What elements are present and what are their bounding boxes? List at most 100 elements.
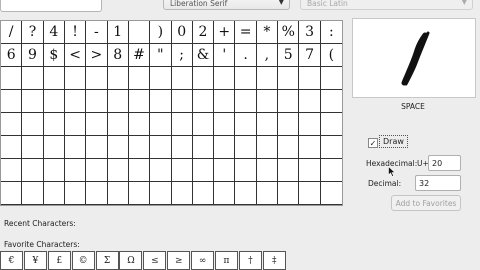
char-cell[interactable] [192,113,215,136]
char-cell[interactable] [299,90,321,113]
char-cell[interactable] [43,136,65,159]
char-cell[interactable] [320,113,342,136]
char-cell[interactable] [320,136,342,159]
char-cell[interactable] [1,182,23,205]
char-cell[interactable] [86,67,108,90]
favorite-char-button[interactable]: π [215,251,239,270]
char-cell[interactable] [299,113,321,136]
char-cell[interactable] [128,113,151,136]
char-cell[interactable] [64,182,87,205]
unicode-block-select[interactable]: Basic Latin ▼ [300,0,473,10]
char-cell[interactable] [235,159,257,182]
char-cell[interactable] [278,113,300,136]
char-cell[interactable]: < [64,44,87,67]
char-cell[interactable] [86,90,108,113]
char-cell[interactable] [299,67,321,90]
char-cell[interactable]: = [235,21,257,44]
char-cell[interactable]: 9 [22,44,44,67]
char-cell[interactable] [299,159,321,182]
char-cell[interactable] [256,113,279,136]
char-cell[interactable] [1,113,23,136]
char-cell[interactable] [86,159,108,182]
favorite-char-button[interactable]: ∞ [191,251,215,270]
char-cell[interactable]: + [214,21,236,44]
char-cell[interactable] [256,136,279,159]
char-cell[interactable]: " [150,44,172,67]
char-cell[interactable]: 8 [107,44,129,67]
char-cell[interactable]: . [235,44,257,67]
char-cell[interactable] [64,113,87,136]
char-cell[interactable] [192,182,215,205]
favorite-char-button[interactable]: ‡ [262,251,286,270]
char-cell[interactable] [150,182,172,205]
char-cell[interactable] [86,113,108,136]
char-cell[interactable]: 2 [192,21,215,44]
char-cell[interactable] [278,182,300,205]
char-cell[interactable] [43,182,65,205]
add-to-favorites-button[interactable]: Add to Favorites [391,195,461,211]
char-cell[interactable]: 6 [1,44,23,67]
char-cell[interactable] [235,67,257,90]
char-cell[interactable] [150,67,172,90]
draw-label[interactable]: Draw [379,135,408,148]
char-cell[interactable] [64,90,87,113]
char-cell[interactable] [128,21,151,44]
char-cell[interactable] [107,67,129,90]
favorite-char-button[interactable]: £ [47,251,71,270]
char-cell[interactable]: / [1,21,23,44]
char-cell[interactable] [192,90,215,113]
char-cell[interactable]: 3 [299,21,321,44]
char-cell[interactable] [299,136,321,159]
favorite-char-button[interactable]: ≥ [167,251,191,270]
char-cell[interactable] [22,136,44,159]
char-cell[interactable] [128,136,151,159]
char-cell[interactable] [320,90,342,113]
char-cell[interactable] [278,67,300,90]
char-cell[interactable] [1,159,23,182]
char-cell[interactable] [320,159,342,182]
char-cell[interactable]: , [256,44,279,67]
char-cell[interactable] [192,159,215,182]
char-cell[interactable] [171,113,193,136]
char-cell[interactable] [171,90,193,113]
char-cell[interactable]: 5 [278,44,300,67]
char-cell[interactable] [235,90,257,113]
search-input[interactable] [0,0,102,12]
char-cell[interactable] [256,182,279,205]
char-cell[interactable] [107,182,129,205]
char-cell[interactable]: ( [320,44,342,67]
char-cell[interactable]: ) [150,21,172,44]
char-cell[interactable] [1,67,23,90]
char-cell[interactable] [171,136,193,159]
char-cell[interactable] [107,159,129,182]
char-cell[interactable] [150,136,172,159]
char-cell[interactable] [150,159,172,182]
char-cell[interactable] [150,90,172,113]
char-cell[interactable] [64,159,87,182]
char-cell[interactable]: % [278,21,300,44]
char-cell[interactable] [278,159,300,182]
char-cell[interactable]: ; [171,44,193,67]
char-cell[interactable] [43,90,65,113]
char-cell[interactable] [192,136,215,159]
hex-input[interactable]: 20 [428,155,461,171]
char-cell[interactable] [299,182,321,205]
character-grid[interactable]: /? 4! -1) 0 2 + = *% 3: 6 9 $ < >8 # "; & '., 5 7( [0,20,343,206]
char-cell[interactable] [107,113,129,136]
char-cell[interactable] [43,67,65,90]
char-cell[interactable] [128,159,151,182]
char-cell[interactable] [1,136,23,159]
char-cell[interactable]: ' [214,44,236,67]
char-cell[interactable]: ! [64,21,87,44]
draw-checkbox[interactable]: ✓ [368,138,378,148]
favorite-char-button[interactable]: ¥ [23,251,47,270]
char-cell[interactable] [278,136,300,159]
char-cell[interactable] [320,67,342,90]
char-cell[interactable] [86,136,108,159]
char-cell[interactable] [22,90,44,113]
char-cell[interactable] [86,182,108,205]
char-cell[interactable] [171,67,193,90]
char-cell[interactable] [320,182,342,205]
char-cell[interactable]: 1 [107,21,129,44]
char-cell[interactable]: * [256,21,279,44]
